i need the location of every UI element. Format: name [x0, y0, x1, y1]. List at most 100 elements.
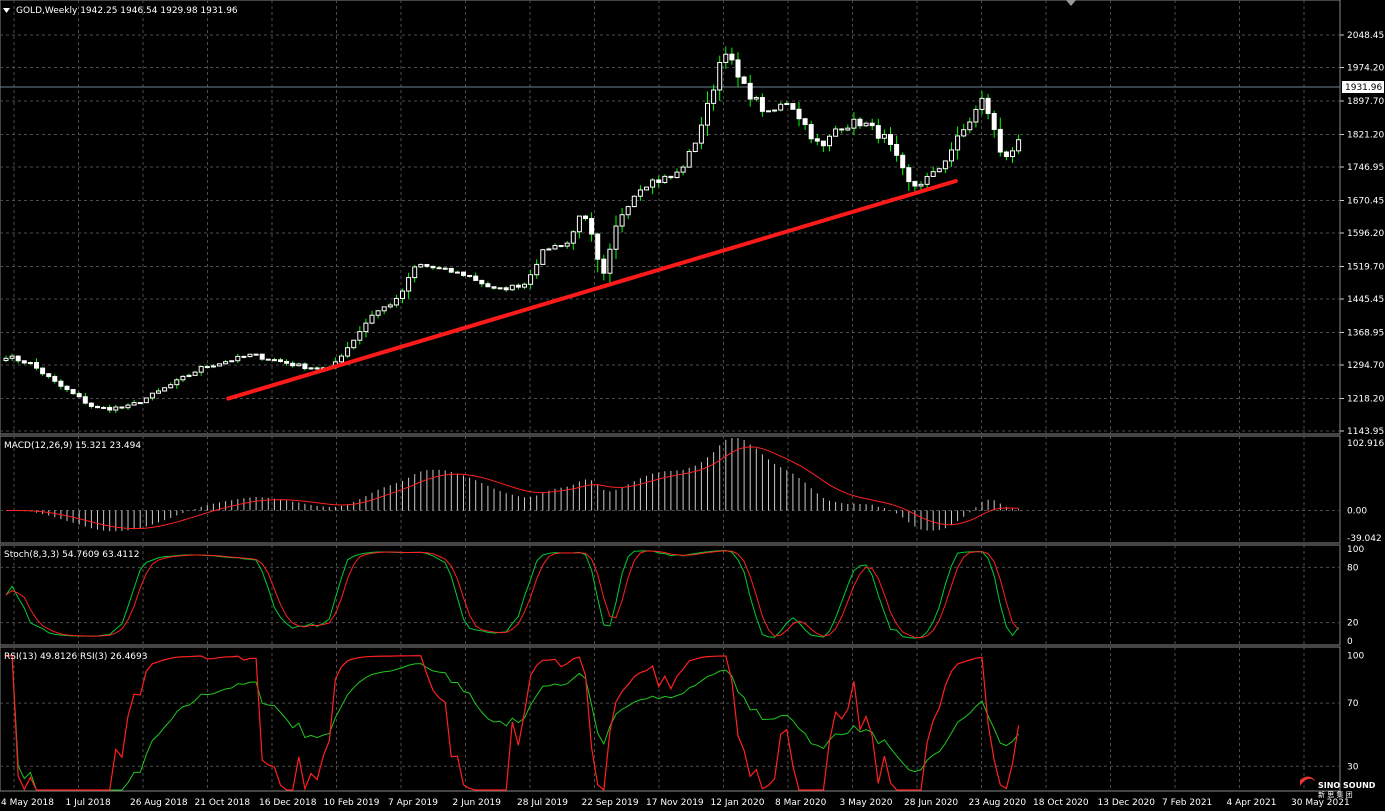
stoch-tick-label: 100 — [1347, 545, 1364, 555]
candle-bear — [21, 360, 27, 364]
candle-bull — [454, 271, 460, 274]
candle-bear — [888, 133, 893, 146]
candle-bull — [143, 397, 149, 404]
candle-bull — [979, 97, 985, 110]
candle-bull — [381, 306, 387, 312]
candle-bull — [924, 175, 930, 185]
stoch-tick-label: 0 — [1347, 637, 1353, 647]
candle-bear — [15, 355, 21, 362]
candle-bull — [845, 127, 851, 131]
candle-bull — [552, 245, 558, 250]
candle-bear — [46, 373, 52, 378]
candle-bull — [784, 103, 790, 106]
candle-bull — [619, 214, 625, 227]
candle-bear — [491, 286, 497, 289]
candle-bull — [833, 128, 839, 137]
price-tick-label: 1821.20 — [1347, 130, 1384, 140]
date-tick-label: 7 Apr 2019 — [388, 798, 438, 808]
price-tick-label: 1218.20 — [1347, 394, 1384, 404]
chart-canvas: GOLD,Weekly 1942.25 1946.54 1929.98 1931… — [0, 0, 1384, 808]
stoch-tick-label: 80 — [1347, 563, 1359, 573]
candle-bear — [302, 363, 308, 370]
candle-bear — [271, 359, 277, 362]
candle-bear — [668, 175, 674, 179]
macd-panel[interactable]: MACD(12,26,9) 15.321 23.494 — [0, 435, 1341, 544]
candle-bull — [723, 53, 729, 63]
price-tick-label: 1897.70 — [1347, 97, 1384, 107]
candle-bull — [497, 287, 503, 290]
rsi-tick-label: 100 — [1347, 652, 1364, 662]
candle-bull — [936, 168, 942, 173]
candle-bull — [686, 151, 692, 168]
candle-bear — [430, 265, 436, 269]
rsi-panel-frame — [0, 646, 1341, 792]
candle-bull — [644, 186, 649, 191]
candle-bull — [345, 347, 351, 357]
candle-bull — [223, 361, 229, 365]
candle-bull — [522, 283, 527, 288]
candle-bear — [265, 358, 271, 361]
candle-bear — [137, 402, 143, 405]
candle-bear — [857, 118, 863, 127]
candle-bear — [900, 154, 906, 169]
current-price-tag: 1931.96 — [1342, 81, 1384, 93]
date-tick-label: 13 Dec 2020 — [1098, 798, 1156, 808]
date-tick-label: 2 Jun 2019 — [453, 798, 502, 808]
candle-bull — [198, 366, 204, 373]
logo-text-cn: 新 思 集 团 — [1318, 790, 1353, 799]
candle-bull — [698, 124, 704, 144]
candle-bull — [180, 375, 186, 381]
candle-bear — [991, 112, 997, 130]
price-tick-label: 1368.95 — [1347, 328, 1384, 338]
candle-bull — [576, 215, 582, 233]
candle-bull — [692, 142, 698, 153]
candle-bull — [570, 231, 576, 244]
price-tick-label: 1445.45 — [1347, 295, 1384, 305]
candle-bull — [339, 355, 344, 363]
date-tick-label: 18 Oct 2020 — [1033, 798, 1089, 808]
candle-bull — [918, 183, 924, 187]
candle-bear — [448, 267, 454, 273]
candle-bull — [210, 365, 216, 368]
rsi-panel[interactable]: RSI(13) 49.8126 RSI(3) 26.4693 — [0, 646, 1341, 792]
candle-bear — [52, 376, 58, 382]
candle-bull — [863, 122, 869, 127]
candle-bull — [174, 379, 180, 386]
candle-bear — [64, 385, 70, 391]
candle-bull — [149, 392, 155, 399]
candle-bull — [406, 277, 412, 292]
candle-bear — [76, 393, 82, 398]
stoch-panel[interactable]: Stoch(8,3,3) 54.7609 63.4112 — [0, 544, 1341, 646]
current-price-label: 1931.96 — [1345, 83, 1382, 93]
candle-bull — [387, 304, 393, 308]
candle-bull — [637, 189, 643, 197]
candle-bull — [375, 310, 381, 316]
candle-bear — [479, 279, 485, 285]
candle-bear — [119, 406, 125, 409]
date-tick-label: 23 Aug 2020 — [969, 798, 1027, 808]
price-tick-label: 1670.45 — [1347, 196, 1384, 206]
price-panel[interactable]: GOLD,Weekly 1942.25 1946.54 1929.98 1931… — [0, 0, 1341, 435]
candle-bull — [528, 274, 534, 285]
price-tick-label: 1596.20 — [1347, 229, 1384, 239]
date-tick-label: 21 Oct 2018 — [195, 798, 251, 808]
candle-bear — [461, 271, 466, 276]
candle-bear — [278, 359, 283, 362]
candle-bear — [741, 76, 747, 84]
candle-bull — [412, 266, 418, 279]
candle-bear — [290, 362, 296, 367]
candle-bear — [747, 82, 753, 100]
candle-bull — [101, 406, 107, 409]
candle-bull — [607, 248, 613, 274]
candle-bull — [613, 225, 619, 250]
price-tick-label: 1746.95 — [1347, 163, 1384, 173]
macd-tick-label: 0.00 — [1347, 506, 1367, 516]
price-tick-label: 1143.95 — [1347, 427, 1384, 437]
candle-bear — [473, 275, 479, 281]
candle-bear — [515, 284, 521, 288]
rsi-axis: 100 70 30 — [1347, 652, 1364, 773]
candle-bull — [369, 314, 375, 324]
candle-bull — [949, 149, 954, 162]
candle-bear — [40, 367, 46, 375]
candle-bear — [808, 124, 814, 140]
